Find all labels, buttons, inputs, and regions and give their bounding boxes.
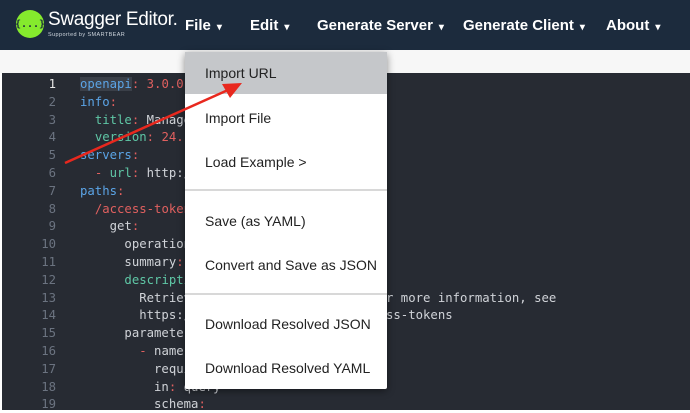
red-annotation-arrow-icon [64,83,242,165]
